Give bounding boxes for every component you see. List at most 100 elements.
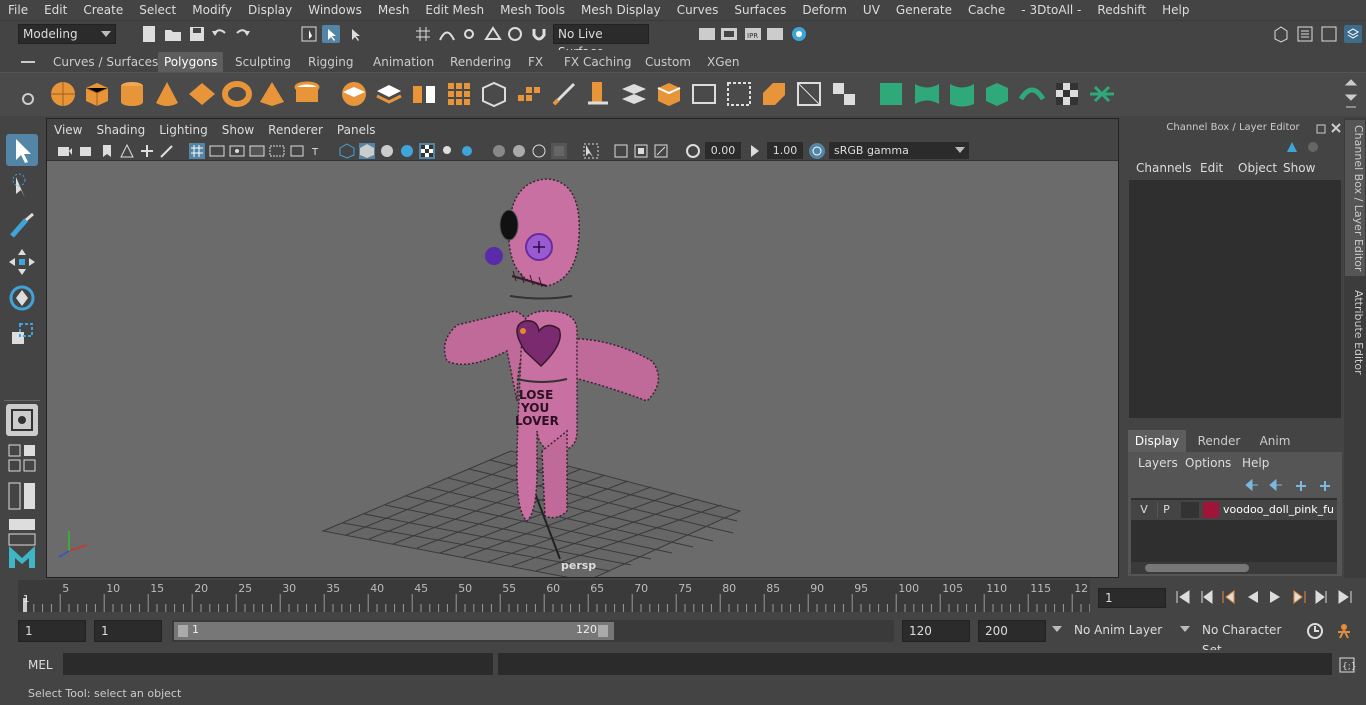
uv-checker-icon[interactable] xyxy=(1052,79,1082,109)
toggle-modeling-toolkit-icon[interactable] xyxy=(1272,25,1290,43)
gate-mask-icon[interactable] xyxy=(249,143,265,159)
poly-plane-icon[interactable] xyxy=(187,79,217,109)
cylindrical-map-icon[interactable] xyxy=(947,79,977,109)
playback-end-field[interactable]: 120 xyxy=(902,620,970,642)
film-gate-icon[interactable] xyxy=(209,143,225,159)
snap-point-icon[interactable] xyxy=(460,25,478,43)
cb-menu-channels[interactable]: Channels xyxy=(1136,161,1192,175)
reduce-icon[interactable] xyxy=(479,79,509,109)
paint-select-tool-icon[interactable] xyxy=(6,210,38,242)
camera-select-icon[interactable] xyxy=(57,143,73,159)
frame-selected-icon[interactable] xyxy=(653,143,669,159)
range-slider-track[interactable]: 1 120 xyxy=(172,620,894,642)
vp-menu-panels[interactable]: Panels xyxy=(330,123,383,137)
xray-joints-icon[interactable] xyxy=(531,143,547,159)
poly-cube-icon[interactable] xyxy=(82,79,112,109)
animation-prefs-icon[interactable] xyxy=(1334,622,1354,640)
scrollbar-thumb[interactable] xyxy=(1145,564,1249,572)
chevron-down-icon[interactable] xyxy=(1052,626,1062,632)
menu-curves[interactable]: Curves xyxy=(669,0,727,20)
cut-uv-icon[interactable] xyxy=(1017,79,1047,109)
camera-attributes-icon[interactable] xyxy=(79,143,95,159)
menu-3dtoall[interactable]: - 3DtoAll - xyxy=(1013,0,1089,20)
poly-pyramid-icon[interactable] xyxy=(257,79,287,109)
scale-tool-icon[interactable] xyxy=(6,318,38,350)
menu-mesh-tools[interactable]: Mesh Tools xyxy=(492,0,573,20)
xray-icon[interactable] xyxy=(491,143,507,159)
vp-menu-lighting[interactable]: Lighting xyxy=(152,123,215,137)
xray-active-icon[interactable] xyxy=(511,143,527,159)
range-handle-right[interactable] xyxy=(598,625,608,637)
smooth-icon[interactable] xyxy=(444,79,474,109)
ipr-render-icon[interactable]: IPR xyxy=(744,25,762,43)
gamma-icon[interactable] xyxy=(747,143,763,159)
layer-list-scrollbar[interactable] xyxy=(1131,562,1337,574)
new-layer-from-selection-icon[interactable] xyxy=(1318,478,1334,492)
use-default-material-icon[interactable] xyxy=(379,143,395,159)
step-back-key-icon[interactable] xyxy=(1220,588,1238,606)
new-scene-icon[interactable] xyxy=(140,25,158,43)
timeline-track[interactable]: 5 10 15 20 25 30 35 40 45 50 55 60 65 70 75 80 85 90 95 100… xyxy=(18,580,1090,612)
menu-help[interactable]: Help xyxy=(1154,0,1197,20)
toggle-attribute-editor-icon[interactable] xyxy=(1296,25,1314,43)
step-forward-icon[interactable] xyxy=(1312,588,1330,606)
resolution-gate-icon[interactable] xyxy=(229,143,245,159)
smooth-shade-icon[interactable] xyxy=(359,143,375,159)
cb-menu-show[interactable]: Show xyxy=(1283,161,1315,175)
hypershade-icon[interactable] xyxy=(790,25,808,43)
open-scene-icon[interactable] xyxy=(164,25,182,43)
move-layer-down-icon[interactable] xyxy=(1268,478,1284,492)
channel-box-options-icon[interactable] xyxy=(1285,140,1299,154)
menu-windows[interactable]: Windows xyxy=(300,0,370,20)
menu-generate[interactable]: Generate xyxy=(888,0,960,20)
save-scene-icon[interactable] xyxy=(188,25,206,43)
layer-tab-anim[interactable]: Anim xyxy=(1250,430,1300,452)
poly-pipe-icon[interactable] xyxy=(292,79,322,109)
menu-select[interactable]: Select xyxy=(131,0,184,20)
layer-tab-display[interactable]: Display xyxy=(1128,430,1186,452)
mel-label[interactable]: MEL xyxy=(28,658,53,672)
single-pane-layout-icon[interactable] xyxy=(6,404,38,436)
anim-layer-dropdown[interactable]: No Anim Layer xyxy=(1068,620,1178,642)
target-weld-icon[interactable] xyxy=(794,79,824,109)
bookmark-icon[interactable] xyxy=(99,143,115,159)
persp-viewport-scene[interactable]: LOSE YOU LOVER persp xyxy=(47,161,1118,577)
outliner-layout-icon[interactable] xyxy=(6,480,38,512)
float-panel-icon[interactable] xyxy=(1316,122,1328,134)
shelf-settings-icon[interactable] xyxy=(20,91,36,107)
layer-menu-options[interactable]: Options xyxy=(1185,456,1231,470)
menu-uv[interactable]: UV xyxy=(855,0,888,20)
backface-culling-icon[interactable] xyxy=(551,143,567,159)
layer-tab-render[interactable]: Render xyxy=(1194,430,1244,452)
magnet-icon[interactable] xyxy=(530,25,548,43)
extrude-icon[interactable] xyxy=(584,79,614,109)
uv-sew-icon[interactable] xyxy=(1087,79,1117,109)
go-to-start-icon[interactable] xyxy=(1174,588,1192,606)
frame-all-icon[interactable] xyxy=(633,143,649,159)
tab-custom[interactable]: Custom xyxy=(639,52,697,72)
chevron-down-icon[interactable] xyxy=(1180,626,1190,632)
command-input[interactable] xyxy=(63,653,493,675)
wireframe-icon[interactable] xyxy=(339,143,355,159)
menu-edit[interactable]: Edit xyxy=(36,0,75,20)
select-by-component-icon[interactable] xyxy=(346,25,364,43)
exposure-field[interactable]: 0.00 xyxy=(705,142,741,159)
rotate-tool-icon[interactable] xyxy=(6,282,38,314)
menu-edit-mesh[interactable]: Edit Mesh xyxy=(417,0,492,20)
close-icon[interactable] xyxy=(1330,122,1342,134)
tab-animation[interactable]: Animation xyxy=(367,52,440,72)
safe-action-icon[interactable] xyxy=(289,143,305,159)
snap-live-icon[interactable] xyxy=(506,25,524,43)
channel-list[interactable] xyxy=(1129,180,1341,418)
poly-torus-icon[interactable] xyxy=(222,79,252,109)
2d-pan-zoom-icon[interactable] xyxy=(139,143,155,159)
range-slider-handle[interactable]: 1 120 xyxy=(174,622,614,640)
layer-menu-help[interactable]: Help xyxy=(1242,456,1269,470)
menu-file[interactable]: File xyxy=(0,0,36,20)
remesh-icon[interactable] xyxy=(514,79,544,109)
shelf-scroll-icon[interactable] xyxy=(1344,79,1358,113)
automatic-map-icon[interactable] xyxy=(982,79,1012,109)
poly-sphere-icon[interactable] xyxy=(48,79,78,109)
combine-icon[interactable] xyxy=(339,79,369,109)
render-settings-icon[interactable] xyxy=(766,25,784,43)
